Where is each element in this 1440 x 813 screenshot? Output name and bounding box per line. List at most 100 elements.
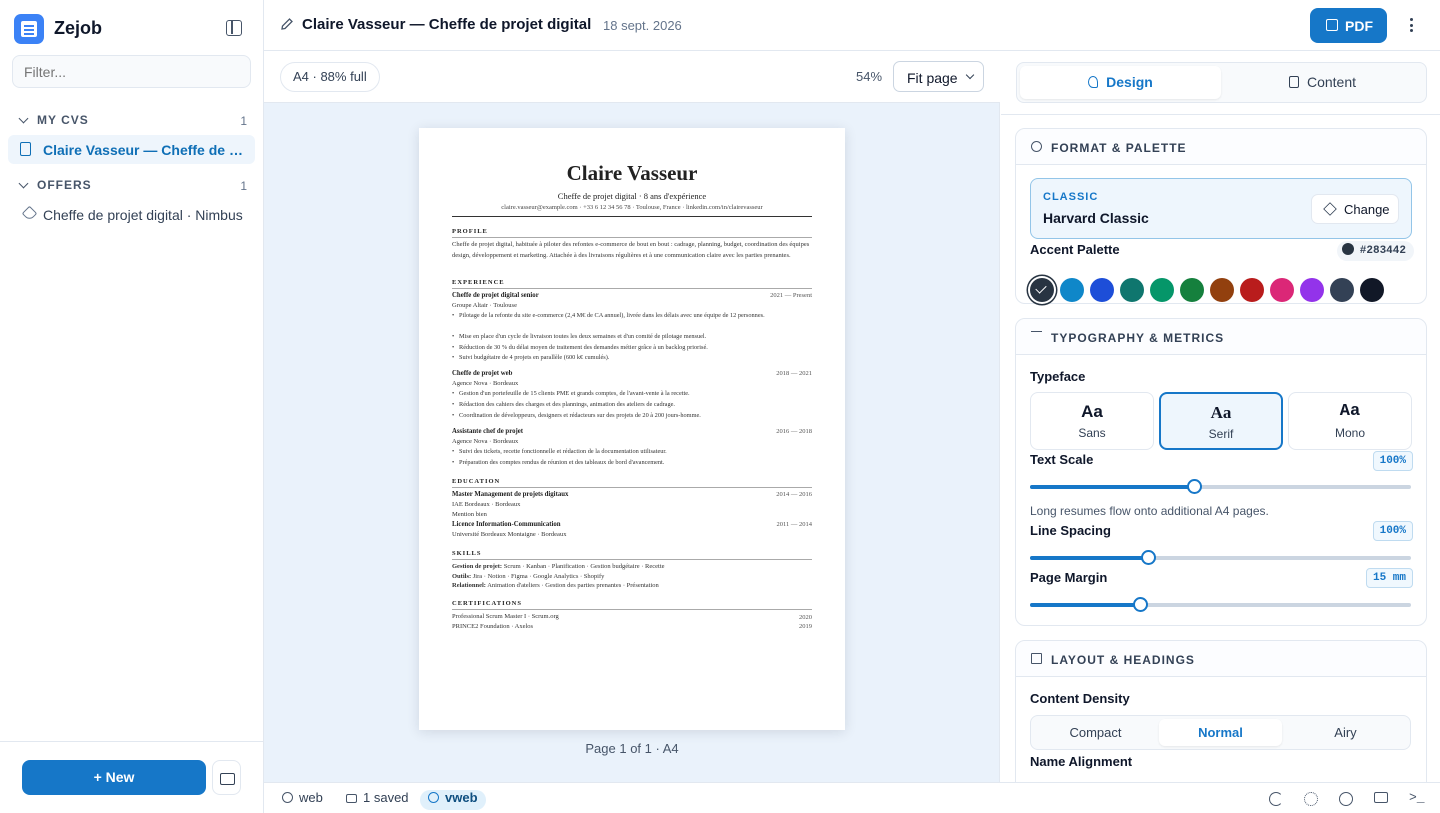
edit-pencil-icon[interactable] [280, 17, 294, 31]
sidebar-toggle-icon[interactable] [226, 20, 242, 36]
new-button[interactable]: + New [22, 760, 206, 795]
page-footer: Page 1 of 1 · A4 [585, 741, 679, 756]
section-my-cvs[interactable]: MY CVS [16, 113, 89, 127]
education-note: Mention bien [452, 511, 487, 518]
design-panel: Design Content FORMAT & PALETTE CLASSIC … [1001, 51, 1440, 782]
pdf-label: PDF [1345, 18, 1373, 34]
job-bullet: Rédaction des cahiers des charges et des… [452, 400, 812, 411]
offer-list-item[interactable]: Cheffe de projet digital · Nimbus [20, 205, 250, 225]
open-folder-button[interactable] [212, 760, 241, 795]
pdf-export-button[interactable]: PDF [1310, 8, 1387, 43]
section-count: 1 [240, 179, 247, 193]
panel-tabs: Design Content [1016, 62, 1427, 103]
tab-design[interactable]: Design [1020, 66, 1221, 99]
resume-page[interactable]: Claire Vasseur Cheffe de projet digital … [419, 128, 845, 730]
section-offers[interactable]: OFFERS [16, 178, 92, 192]
type-icon [1031, 331, 1042, 333]
offer-item-label: Cheffe de projet digital · Nimbus [43, 207, 243, 223]
education-title: Master Management de projets digitaux [452, 491, 569, 498]
cert-year: 2019 [799, 623, 812, 630]
job-dates: 2021 — Present [770, 292, 812, 299]
education-school: IAE Bordeaux · Bordeaux [452, 501, 521, 508]
accent-swatch[interactable] [1030, 278, 1054, 302]
text-scale-slider[interactable] [1030, 479, 1411, 494]
card-header[interactable]: LAYOUT & HEADINGS [1016, 641, 1426, 677]
job-bullet: Préparation des comptes rendus de réunio… [452, 458, 812, 469]
more-options-icon[interactable] [1410, 18, 1414, 32]
filter-input[interactable] [12, 55, 251, 88]
info-icon[interactable] [1339, 792, 1353, 806]
status-vweb[interactable]: vweb [420, 790, 486, 810]
accent-swatch[interactable] [1150, 278, 1174, 302]
status-saved[interactable]: 1 saved [346, 790, 409, 810]
accent-color-dot [1341, 243, 1354, 255]
change-template-button[interactable]: Change [1311, 194, 1399, 224]
accent-swatch[interactable] [1180, 278, 1204, 302]
accent-swatch[interactable] [1060, 278, 1084, 302]
slider-fill [1030, 556, 1149, 560]
info-icon [428, 792, 439, 803]
file-icon [20, 142, 31, 156]
template-name: Harvard Classic [1043, 210, 1149, 226]
accent-swatch[interactable] [1300, 278, 1324, 302]
card-header[interactable]: FORMAT & PALETTE [1016, 129, 1426, 165]
accent-swatch[interactable] [1120, 278, 1144, 302]
slider-knob[interactable] [1133, 597, 1149, 612]
card-header[interactable]: TYPOGRAPHY & METRICS [1016, 319, 1426, 355]
slider-knob[interactable] [1186, 479, 1202, 494]
job-title: Assistante chef de projet [452, 428, 524, 435]
typeface-serif[interactable]: Aa Serif [1159, 392, 1283, 450]
accent-swatch[interactable] [1330, 278, 1354, 302]
job-company: Groupe Altair · Toulouse [452, 302, 517, 309]
chevron-down-icon [18, 178, 29, 189]
template-card: CLASSIC Harvard Classic Change [1030, 178, 1412, 239]
status-bar: web 1 saved vweb >_ [264, 782, 1440, 813]
resume-subtitle: Cheffe de projet digital · 8 ans d'expér… [557, 191, 707, 201]
resume-section-heading: EXPERIENCE [452, 279, 812, 289]
palette-icon [1031, 141, 1042, 152]
density-airy[interactable]: Airy [1284, 719, 1407, 746]
terminal-icon[interactable]: >_ [1409, 791, 1425, 806]
text-scale-label: Text Scale [1030, 452, 1094, 467]
slider-knob[interactable] [1141, 550, 1157, 565]
layers-icon [1323, 202, 1337, 216]
template-class: CLASSIC [1043, 191, 1099, 203]
accent-swatch[interactable] [1240, 278, 1264, 302]
typeface-preview: Aa [1339, 402, 1361, 421]
density-compact[interactable]: Compact [1034, 719, 1157, 746]
typography-card: TYPOGRAPHY & METRICS Typeface Aa Sans Aa S… [1015, 318, 1427, 626]
tab-content[interactable]: Content [1222, 66, 1423, 99]
file-icon [1288, 76, 1299, 88]
status-web[interactable]: web [282, 790, 323, 810]
accent-hex-chip: #283442 [1336, 241, 1414, 261]
preview-area: A4 · 88% full 54% Fit page Claire Vasseu… [264, 51, 1000, 782]
education-dates: 2014 — 2016 [776, 491, 812, 498]
typeface-sans[interactable]: Aa Sans [1030, 392, 1154, 450]
skill-values: Jira · Notion · Figma · Google Analytics… [471, 573, 605, 580]
cv-item-label: Claire Vasseur — Cheffe de projet digita… [43, 142, 248, 158]
tag-icon [21, 205, 38, 222]
accent-swatch[interactable] [1270, 278, 1294, 302]
refresh-icon[interactable] [1269, 792, 1283, 806]
document-date: 18 sept. 2026 [603, 18, 682, 33]
cv-list-item[interactable]: Claire Vasseur — Cheffe de projet digita… [8, 135, 255, 164]
cert-year: 2020 [799, 614, 812, 621]
change-label: Change [1344, 202, 1390, 217]
typeface-preview: Aa [1210, 403, 1232, 422]
typeface-mono[interactable]: Aa Mono [1288, 392, 1412, 450]
density-normal[interactable]: Normal [1159, 719, 1282, 746]
skills-line: Relationnel: Animation d'ateliers · Gest… [452, 581, 812, 592]
accent-swatch[interactable] [1210, 278, 1234, 302]
preview-toolbar: A4 · 88% full 54% Fit page [264, 51, 1000, 103]
document-title[interactable]: Claire Vasseur — Cheffe de projet digita… [302, 16, 591, 33]
accent-palette-label: Accent Palette [1030, 242, 1120, 257]
accent-swatch[interactable] [1090, 278, 1114, 302]
skill-key: Relationnel: [452, 582, 486, 589]
job-bullet: Suivi budgétaire de 4 projets en parallè… [452, 353, 812, 364]
line-spacing-slider[interactable] [1030, 550, 1411, 565]
settings-icon[interactable] [1304, 792, 1318, 806]
fit-select[interactable]: Fit page [893, 61, 984, 92]
accent-swatch[interactable] [1360, 278, 1384, 302]
monitor-icon[interactable] [1374, 792, 1388, 803]
page-margin-slider[interactable] [1030, 597, 1411, 612]
